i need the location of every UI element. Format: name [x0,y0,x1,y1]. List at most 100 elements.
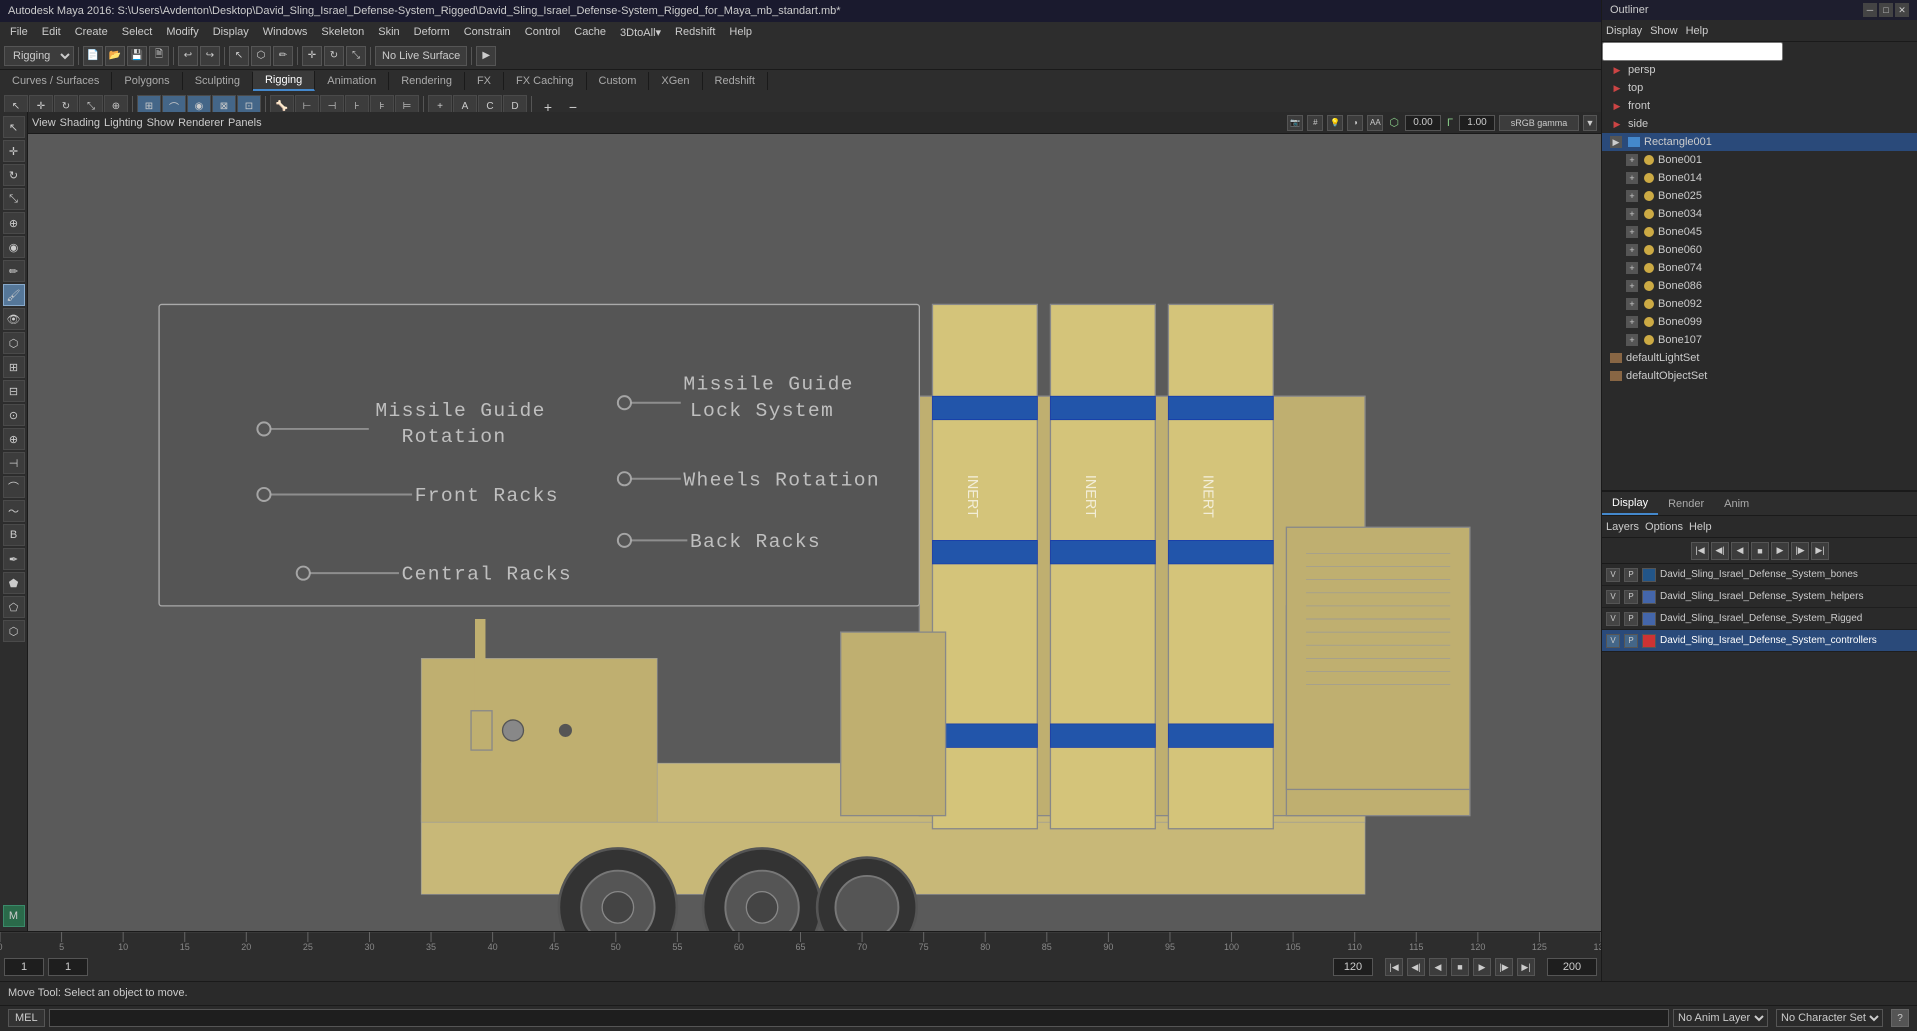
rotate-tool[interactable]: ↻ [3,164,25,186]
viewport-menu-lighting[interactable]: Lighting [104,117,143,129]
timeline-step-fwd[interactable]: |▶ [1495,958,1513,976]
expand-icon-bone086[interactable]: + [1626,280,1638,292]
vp-grid-btn[interactable]: # [1307,115,1323,131]
menu-constrain[interactable]: Constrain [458,24,517,40]
chan-layers-menu[interactable]: Layers [1606,521,1639,533]
outliner-item-defaultobjectset[interactable]: defaultObjectSet [1602,367,1917,385]
menu-display[interactable]: Display [207,24,255,40]
show-hide-tool[interactable]: 👁 [3,308,25,330]
menu-cache[interactable]: Cache [568,24,612,40]
split-polygon-tool[interactable]: ⬡ [3,620,25,642]
vp-gamma-input[interactable] [1459,115,1495,131]
vp-shadows-btn[interactable]: ◑ [1347,115,1363,131]
timeline-play[interactable]: ▶ [1473,958,1491,976]
layer-row-bones[interactable]: V P David_Sling_Israel_Defense_System_bo… [1602,564,1917,586]
layer-row-controllers[interactable]: V P David_Sling_Israel_Defense_System_co… [1602,630,1917,652]
menu-redshift[interactable]: Redshift [669,24,721,40]
current-frame-input[interactable] [48,958,88,976]
outliner-menu-display[interactable]: Display [1606,25,1642,37]
expand-icon-bone014[interactable]: + [1626,172,1638,184]
mel-python-toggle[interactable]: MEL [8,1009,45,1027]
tab-polygons[interactable]: Polygons [112,72,182,90]
ik-spline-tool[interactable]: ⊣ [3,452,25,474]
menu-skin[interactable]: Skin [372,24,405,40]
timeline-play-back[interactable]: ◀ [1429,958,1447,976]
joint-tool[interactable]: ⊙ [3,404,25,426]
layer-row-rigged[interactable]: V P David_Sling_Israel_Defense_System_Ri… [1602,608,1917,630]
create-polygon-tool[interactable]: ⬟ [3,572,25,594]
help-icon-button[interactable]: ? [1891,1009,1909,1027]
menu-skeleton[interactable]: Skeleton [315,24,370,40]
expand-icon-bone001[interactable]: + [1626,154,1638,166]
mel-command-input[interactable] [49,1009,1669,1027]
pencil-curve-tool[interactable]: ✒ [3,548,25,570]
tab-rendering[interactable]: Rendering [389,72,465,90]
menu-windows[interactable]: Windows [257,24,314,40]
menu-select[interactable]: Select [116,24,159,40]
vp-colorspace-toggle[interactable]: ▼ [1583,115,1597,131]
expand-icon-bone092[interactable]: + [1626,298,1638,310]
pb-skip-end[interactable]: ▶| [1811,542,1829,560]
playback-end-input[interactable] [1547,958,1597,976]
menu-help[interactable]: Help [723,24,758,40]
move-tool[interactable]: ✛ [3,140,25,162]
save-scene-button[interactable]: 💾 [127,46,147,66]
menu-deform[interactable]: Deform [408,24,456,40]
redo-button[interactable]: ↪ [200,46,220,66]
viewport-menu-panels[interactable]: Panels [228,117,262,129]
lasso-tool-button[interactable]: ⬡ [251,46,271,66]
char-set-select[interactable]: No Character Set [1776,1009,1883,1027]
tab-curves-surfaces[interactable]: Curves / Surfaces [0,72,112,90]
outliner-item-bone099[interactable]: + Bone099 [1602,313,1917,331]
outliner-item-defaultlightset[interactable]: defaultLightSet [1602,349,1917,367]
vp-exposure-input[interactable] [1405,115,1441,131]
select-tool[interactable]: ↖ [3,116,25,138]
menu-create[interactable]: Create [69,24,114,40]
outliner-maximize[interactable]: □ [1879,3,1893,17]
sculpt-tool[interactable]: ✏ [3,260,25,282]
menu-edit[interactable]: Edit [36,24,67,40]
pb-step-back[interactable]: ◀| [1711,542,1729,560]
ep-curve-tool[interactable]: 〜 [3,500,25,522]
tab-fx-caching[interactable]: FX Caching [504,72,586,90]
outliner-item-bone074[interactable]: + Bone074 [1602,259,1917,277]
pb-step-forward[interactable]: |▶ [1791,542,1809,560]
outliner-menu-help[interactable]: Help [1686,25,1709,37]
layer-row-helpers[interactable]: V P David_Sling_Israel_Defense_System_he… [1602,586,1917,608]
universal-manip-tool[interactable]: ⊕ [3,212,25,234]
outliner-item-bone034[interactable]: + Bone034 [1602,205,1917,223]
rotate-tool-button[interactable]: ↻ [324,46,344,66]
layer-pick-helpers[interactable]: P [1624,590,1638,604]
layer-vis-controllers[interactable]: V [1606,634,1620,648]
timeline-skip-start[interactable]: |◀ [1385,958,1403,976]
layer-pick-bones[interactable]: P [1624,568,1638,582]
menu-modify[interactable]: Modify [160,24,204,40]
layer-vis-bones[interactable]: V [1606,568,1620,582]
viewport-menu-renderer[interactable]: Renderer [178,117,224,129]
expand-icon-bone107[interactable]: + [1626,334,1638,346]
start-frame-input[interactable] [4,958,44,976]
chan-options-menu[interactable]: Options [1645,521,1683,533]
layer-pick-controllers[interactable]: P [1624,634,1638,648]
end-frame-input[interactable] [1333,958,1373,976]
select-tool-button[interactable]: ↖ [229,46,249,66]
vp-aa-btn[interactable]: AA [1367,115,1383,131]
lasso-select-tool[interactable]: ⬡ [3,332,25,354]
pb-skip-start[interactable]: |◀ [1691,542,1709,560]
logo-btn[interactable]: M [3,905,25,927]
layer-pick-rigged[interactable]: P [1624,612,1638,626]
menu-3dtoall[interactable]: 3DtoAll▾ [614,24,667,41]
layer-vis-rigged[interactable]: V [1606,612,1620,626]
outliner-item-bone060[interactable]: + Bone060 [1602,241,1917,259]
outliner-item-bone092[interactable]: + Bone092 [1602,295,1917,313]
viewport-menu-shading[interactable]: Shading [60,117,100,129]
append-polygon-tool[interactable]: ⬠ [3,596,25,618]
viewport-menu-show[interactable]: Show [147,117,175,129]
outliner-close[interactable]: ✕ [1895,3,1909,17]
scale-tool-button[interactable]: ⤡ [346,46,366,66]
outliner-item-top[interactable]: ▶ top [1602,79,1917,97]
viewport[interactable]: View Shading Lighting Show Renderer Pane… [28,112,1601,931]
outliner-item-front[interactable]: ▶ front [1602,97,1917,115]
outliner-item-bone045[interactable]: + Bone045 [1602,223,1917,241]
outliner-search-input[interactable] [1602,42,1783,61]
